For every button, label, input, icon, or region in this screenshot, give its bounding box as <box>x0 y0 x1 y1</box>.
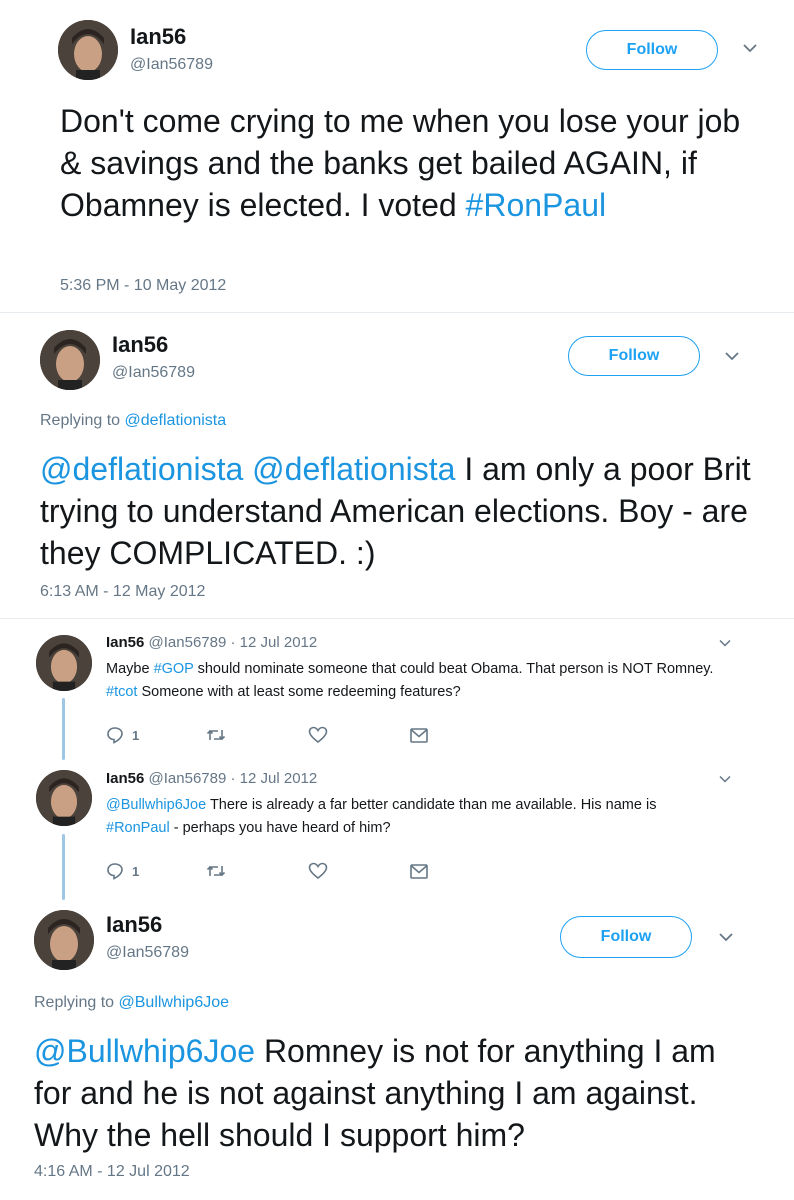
user-handle[interactable]: @Ian56789 <box>112 364 195 382</box>
tweet-text: @Bullwhip6Joe There is already a far bet… <box>106 794 716 840</box>
tweet-text-body: Someone with at least some redeeming fea… <box>137 684 461 700</box>
tweet-text-body: Maybe <box>106 661 154 677</box>
message-button[interactable] <box>410 864 428 879</box>
tweet-text-body: Don't come crying to me when you lose yo… <box>60 103 741 223</box>
tweet-text: @deflationista @deflationista I am only … <box>40 448 760 574</box>
chevron-down-icon[interactable] <box>724 350 740 362</box>
message-icon <box>410 728 428 743</box>
like-icon <box>308 862 328 880</box>
user-name[interactable]: Ian56 <box>106 634 144 651</box>
divider <box>0 312 794 313</box>
user-handle[interactable]: @Ian56789 <box>130 56 213 74</box>
replying-to-prefix: Replying to <box>34 994 119 1011</box>
thread-connector <box>62 698 65 760</box>
user-name[interactable]: Ian56 <box>130 24 186 50</box>
mention-link[interactable]: @deflationista <box>252 451 455 487</box>
hashtag-link[interactable]: #tcot <box>106 684 137 700</box>
tweet-header: Ian56 @Ian56789 · 12 Jul 2012 <box>106 770 317 787</box>
tweet-header: Ian56 @Ian56789 · 12 Jul 2012 <box>106 634 317 651</box>
tweet-text-body: There is already a far better candidate … <box>206 797 657 813</box>
chevron-down-icon[interactable] <box>742 42 758 54</box>
replying-to: Replying to @deflationista <box>40 412 226 430</box>
user-name[interactable]: Ian56 <box>106 912 162 938</box>
follow-button[interactable]: Follow <box>586 30 718 70</box>
tweet-text: Don't come crying to me when you lose yo… <box>60 100 760 226</box>
like-button[interactable] <box>308 862 328 880</box>
hashtag-link[interactable]: #GOP <box>154 661 194 677</box>
retweet-button[interactable] <box>206 726 226 744</box>
hashtag-link[interactable]: #RonPaul <box>466 187 607 223</box>
chevron-down-icon[interactable] <box>718 774 732 784</box>
retweet-icon <box>206 726 226 744</box>
user-handle[interactable]: @Ian56789 <box>149 770 227 787</box>
message-button[interactable] <box>410 728 428 743</box>
avatar[interactable] <box>34 910 94 970</box>
tweet-text: @Bullwhip6Joe Romney is not for anything… <box>34 1030 754 1156</box>
reply-icon <box>106 726 124 744</box>
retweet-button[interactable] <box>206 862 226 880</box>
chevron-down-icon[interactable] <box>718 931 734 943</box>
avatar[interactable] <box>36 770 92 826</box>
timestamp[interactable]: 6:13 AM - 12 May 2012 <box>40 583 205 601</box>
reply-count: 1 <box>132 863 140 879</box>
user-name[interactable]: Ian56 <box>112 332 168 358</box>
mention-link[interactable]: @Bullwhip6Joe <box>34 1033 255 1069</box>
replying-to: Replying to @Bullwhip6Joe <box>34 994 229 1012</box>
avatar[interactable] <box>40 330 100 390</box>
reply-button[interactable]: 1 <box>106 862 139 880</box>
tweet-date[interactable]: · 12 Jul 2012 <box>231 634 318 651</box>
avatar[interactable] <box>36 635 92 691</box>
hashtag-link[interactable]: #RonPaul <box>106 820 170 836</box>
like-icon <box>308 726 328 744</box>
timestamp[interactable]: 4:16 AM - 12 Jul 2012 <box>34 1163 190 1181</box>
avatar[interactable] <box>58 20 118 80</box>
chevron-down-icon[interactable] <box>718 638 732 648</box>
replying-to-user-link[interactable]: @deflationista <box>125 412 227 429</box>
tweet-text: Maybe #GOP should nominate someone that … <box>106 658 736 704</box>
reply-count: 1 <box>132 727 140 743</box>
message-icon <box>410 864 428 879</box>
follow-button[interactable]: Follow <box>560 916 692 958</box>
tweet-date[interactable]: · 12 Jul 2012 <box>231 770 318 787</box>
user-name[interactable]: Ian56 <box>106 770 144 787</box>
follow-button[interactable]: Follow <box>568 336 700 376</box>
user-handle[interactable]: @Ian56789 <box>149 634 227 651</box>
replying-to-prefix: Replying to <box>40 412 125 429</box>
thread-connector <box>62 834 65 900</box>
reply-button[interactable]: 1 <box>106 726 139 744</box>
divider <box>0 618 794 619</box>
retweet-icon <box>206 862 226 880</box>
tweet-text-body: - perhaps you have heard of him? <box>169 820 391 836</box>
mention-link[interactable]: @deflationista <box>40 451 243 487</box>
reply-icon <box>106 862 124 880</box>
like-button[interactable] <box>308 726 328 744</box>
timestamp[interactable]: 5:36 PM - 10 May 2012 <box>60 277 226 295</box>
user-handle[interactable]: @Ian56789 <box>106 944 189 962</box>
replying-to-user-link[interactable]: @Bullwhip6Joe <box>119 994 230 1011</box>
tweet-text-body: should nominate someone that could beat … <box>193 661 714 677</box>
mention-link[interactable]: @Bullwhip6Joe <box>106 797 206 813</box>
